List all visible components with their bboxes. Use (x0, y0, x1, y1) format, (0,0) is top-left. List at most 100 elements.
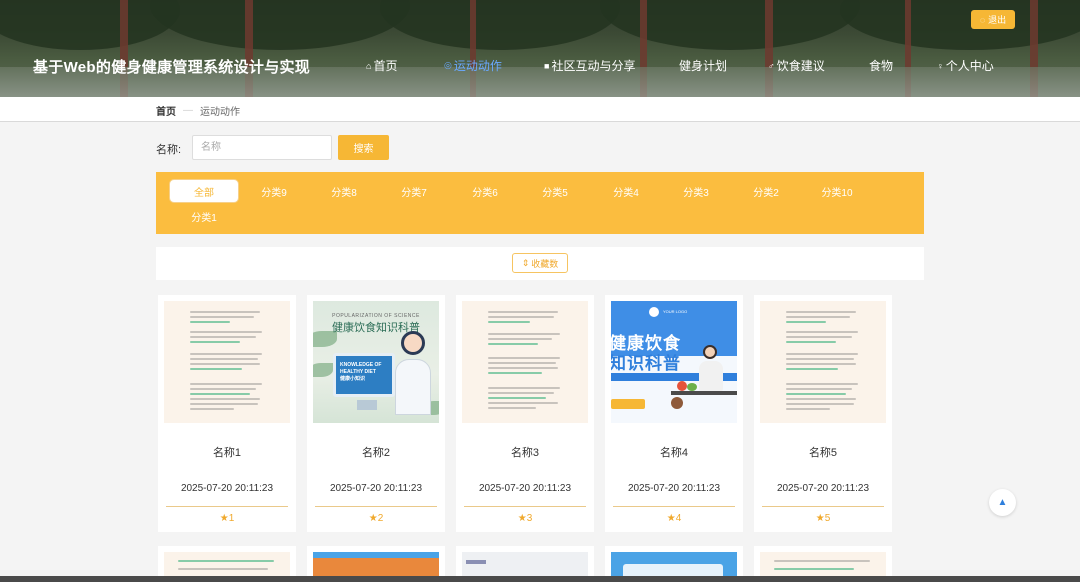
breadcrumb-separator: — (183, 105, 193, 116)
card-divider (166, 506, 288, 507)
category-7[interactable]: 分类7 (379, 179, 449, 203)
sort-favorites-button[interactable]: ⇕ 收藏数 (512, 253, 568, 273)
card-time: 2025-07-20 20:11:23 (180, 483, 274, 494)
card-time: 2025-07-20 20:11:23 (776, 483, 870, 494)
diet-knowledge-poster-thumbnail: YOUR LOGO 健康饮食 知识科普 (611, 301, 737, 423)
card-name: 名称2 (361, 447, 391, 459)
card-time: 2025-07-20 20:11:23 (478, 483, 572, 494)
nav-label: 食物 (869, 59, 894, 73)
sort-bar: ⇕ 收藏数 (156, 247, 924, 280)
card-rating: ★2 (307, 513, 445, 524)
nav-item-exercise[interactable]: ◎ 运动动作 (444, 57, 502, 74)
category-1[interactable]: 分类1 (169, 204, 239, 228)
monitor-graphic: KNOWLEDGE OF HEALTHY DIET 健康小知识 (333, 353, 395, 397)
main-nav: ⌂ 首页 ◎ 运动动作 ■ 社区互动与分享 健身计划 ♂ 饮食建议 食物 ♀ 个人中心 (0, 57, 1080, 75)
breadcrumb-bar: 首页 — 运动动作 (0, 97, 1080, 122)
category-3[interactable]: 分类3 (661, 179, 731, 203)
category-10[interactable]: 分类10 (802, 179, 872, 203)
category-2[interactable]: 分类2 (731, 179, 801, 203)
monitor-text-zh: 健康小知识 (340, 376, 366, 382)
category-5[interactable]: 分类5 (520, 179, 590, 203)
logout-label: 退出 (988, 15, 1007, 25)
nav-label: 饮食建议 (776, 59, 825, 73)
card-divider (762, 506, 884, 507)
user-icon: ♀ (937, 60, 944, 71)
card-rating: ★5 (754, 513, 892, 524)
logo-icon (649, 307, 659, 317)
card-rating: ★3 (456, 513, 594, 524)
breadcrumb-current: 运动动作 (200, 107, 240, 118)
card-rating: ★1 (158, 513, 296, 524)
nav-label: 首页 (373, 59, 398, 73)
document-thumbnail (462, 301, 588, 423)
card-name: 名称4 (659, 447, 689, 459)
nav-label: 个人中心 (945, 59, 994, 73)
nav-item-fitness-plan[interactable]: 健身计划 (679, 57, 727, 74)
nav-item-home[interactable]: ⌂ 首页 (366, 57, 397, 74)
card-name: 名称5 (808, 447, 838, 459)
window-bottom-bar (0, 576, 1080, 582)
doctor-illustration (401, 331, 425, 355)
girl-illustration (703, 345, 717, 359)
rating-value: 2 (377, 513, 384, 524)
star-icon: ★ (219, 513, 229, 524)
exercise-card-4[interactable]: YOUR LOGO 健康饮食 知识科普 名称4 2025-07-20 20:11… (605, 295, 743, 532)
category-panel: 全部 分类9 分类8 分类7 分类6 分类5 分类4 分类3 分类2 分类10 … (156, 172, 924, 234)
home-icon: ⌂ (366, 60, 372, 71)
card-divider (613, 506, 735, 507)
nav-item-profile[interactable]: ♀ 个人中心 (937, 57, 994, 74)
card-time: 2025-07-20 20:11:23 (329, 483, 423, 494)
search-label: 名称: (156, 144, 182, 156)
trees-background (0, 0, 1080, 97)
exercise-card-2[interactable]: POPULARIZATION OF SCIENCE 健康饮食知识科普 KNOWL… (307, 295, 445, 532)
category-all[interactable]: 全部 (169, 179, 239, 203)
nav-label: 健身计划 (679, 59, 728, 73)
star-icon: ★ (368, 513, 378, 524)
power-icon: ◌ (979, 14, 986, 25)
dumbbell-icon: ◎ (444, 60, 452, 70)
rating-value: 3 (526, 513, 533, 524)
poster-logo-text: YOUR LOGO (663, 309, 688, 314)
card-divider (315, 506, 437, 507)
card-rating: ★4 (605, 513, 743, 524)
card-name: 名称3 (510, 447, 540, 459)
breadcrumb-home[interactable]: 首页 (156, 103, 176, 118)
logout-button[interactable]: ◌ 退出 (971, 10, 1015, 29)
rating-value: 5 (824, 513, 831, 524)
exercise-card-5[interactable]: 名称5 2025-07-20 20:11:23 ★5 (754, 295, 892, 532)
category-8[interactable]: 分类8 (309, 179, 379, 203)
sort-label: 收藏数 (531, 258, 559, 269)
category-9[interactable]: 分类9 (239, 179, 309, 203)
category-6[interactable]: 分类6 (450, 179, 520, 203)
healthy-diet-poster-thumbnail: POPULARIZATION OF SCIENCE 健康饮食知识科普 KNOWL… (313, 301, 439, 423)
search-button[interactable]: 搜索 (338, 135, 389, 160)
breadcrumb: 首页 — 运动动作 (156, 103, 240, 118)
sort-icon: ⇕ (521, 257, 530, 268)
nav-item-diet-advice[interactable]: ♂ 饮食建议 (768, 57, 825, 74)
monitor-text-en: KNOWLEDGE OF HEALTHY DIET (340, 362, 382, 375)
search-input[interactable] (192, 135, 332, 160)
document-thumbnail (164, 301, 290, 423)
header-banner: 基于Web的健身健康管理系统设计与实现 ⌂ 首页 ◎ 运动动作 ■ 社区互动与分享 健… (0, 0, 1080, 97)
rating-value: 1 (228, 513, 235, 524)
bike-icon: ♂ (768, 60, 775, 71)
exercise-card-1[interactable]: 名称1 2025-07-20 20:11:23 ★1 (158, 295, 296, 532)
scroll-to-top-button[interactable]: ▲ (989, 489, 1016, 516)
nav-label: 运动动作 (453, 59, 502, 73)
document-thumbnail (760, 301, 886, 423)
exercise-card-3[interactable]: 名称3 2025-07-20 20:11:23 ★3 (456, 295, 594, 532)
poster-title-line2: 知识科普 (611, 354, 681, 373)
rating-value: 4 (675, 513, 682, 524)
card-time: 2025-07-20 20:11:23 (627, 483, 721, 494)
square-icon: ■ (544, 60, 550, 71)
arrow-up-icon: ▲ (997, 497, 1008, 508)
nav-item-food[interactable]: 食物 (869, 57, 893, 74)
nav-label: 社区互动与分享 (551, 59, 636, 73)
card-divider (464, 506, 586, 507)
star-icon: ★ (666, 513, 676, 524)
card-name: 名称1 (212, 447, 242, 459)
star-icon: ★ (517, 513, 527, 524)
nav-item-community[interactable]: ■ 社区互动与分享 (544, 57, 635, 74)
star-icon: ★ (815, 513, 825, 524)
category-4[interactable]: 分类4 (591, 179, 661, 203)
